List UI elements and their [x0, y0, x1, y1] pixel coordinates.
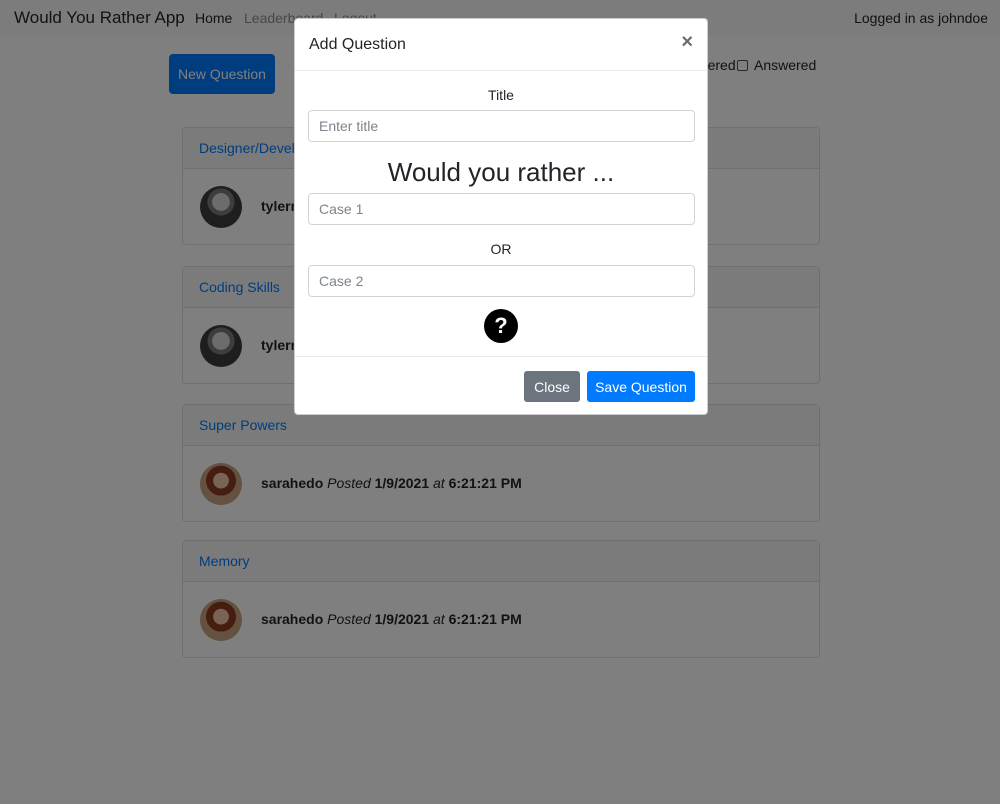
close-button[interactable]: Close — [524, 371, 580, 402]
would-you-rather-heading: Would you rather ... — [387, 157, 615, 187]
save-question-button[interactable]: Save Question — [587, 371, 695, 402]
close-icon[interactable]: × — [681, 32, 693, 52]
modal-footer: Close Save Question — [295, 356, 707, 416]
case2-input[interactable] — [308, 265, 695, 297]
or-label: OR — [490, 241, 512, 257]
modal-header: Add Question × — [295, 19, 707, 71]
question-mark-glyph: ? — [494, 313, 508, 338]
title-label: Title — [488, 87, 514, 103]
modal-title: Add Question — [309, 36, 406, 53]
case1-input[interactable] — [308, 193, 695, 225]
title-input[interactable] — [308, 110, 695, 142]
add-question-modal: Add Question × Title Would you rather ..… — [294, 18, 708, 415]
question-mark-icon[interactable]: ? — [484, 309, 518, 343]
